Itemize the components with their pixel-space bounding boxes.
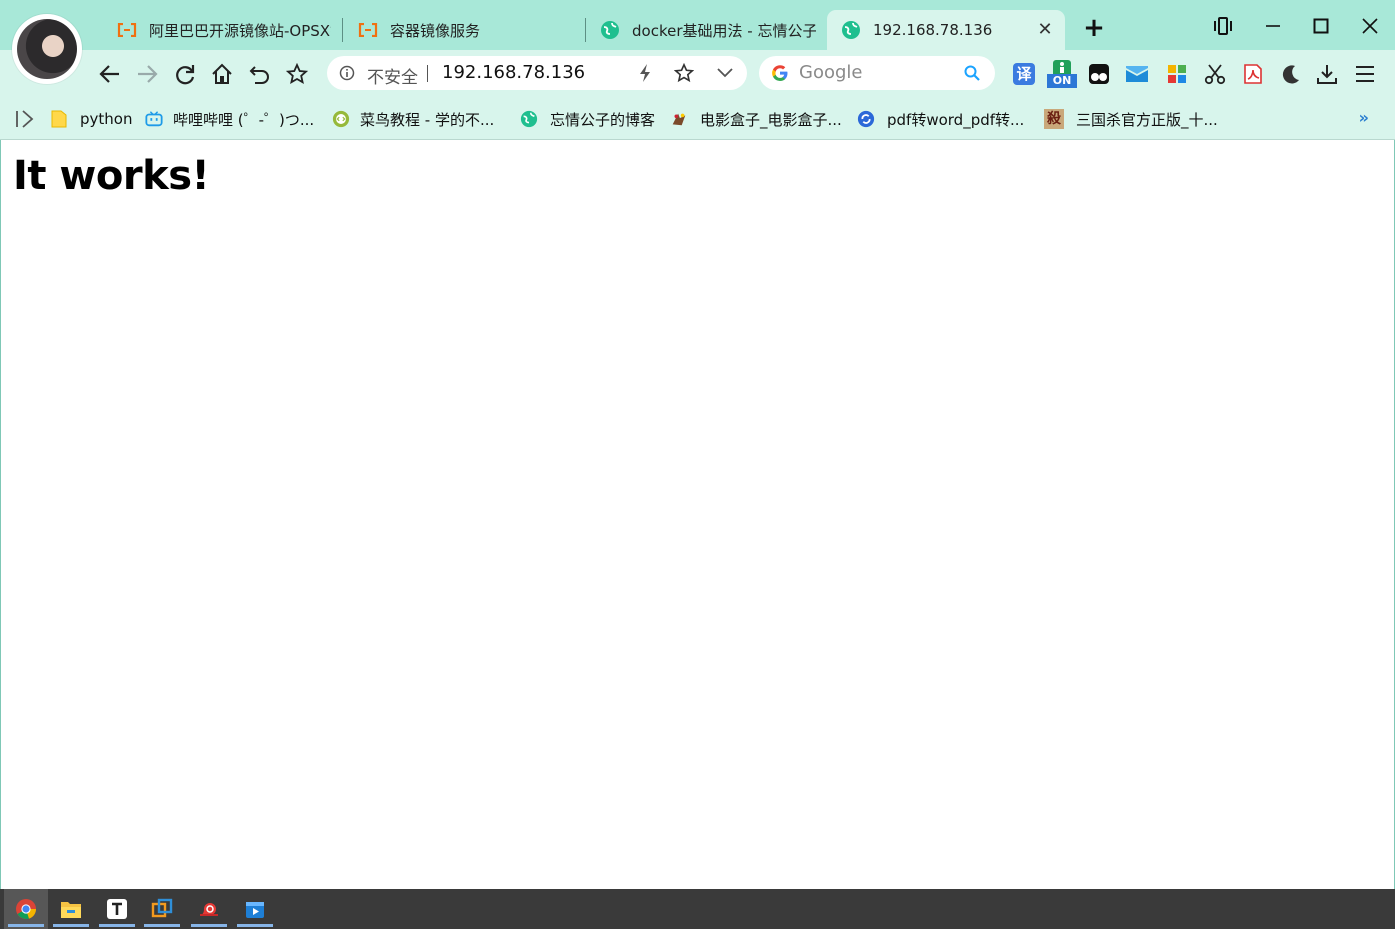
navigation-toolbar: 不安全 192.168.78.136 Google 译 ON — [0, 50, 1395, 98]
runoob-icon — [332, 110, 350, 128]
address-divider — [427, 65, 428, 82]
url-text[interactable]: 192.168.78.136 — [442, 62, 585, 83]
on-toggle-icon[interactable]: ON — [1047, 60, 1077, 88]
forward-icon[interactable] — [133, 60, 161, 88]
tab-aliyun-mirror[interactable]: 阿里巴巴开源镜像站-OPSX镜 — [103, 10, 341, 50]
tab-title: docker基础用法 - 忘情公子 — [632, 21, 816, 40]
sanguosha-icon: 殺 — [1044, 109, 1064, 129]
folder-icon — [50, 110, 68, 128]
tampermonkey-icon[interactable] — [1086, 60, 1112, 88]
undo-close-tab-icon[interactable] — [246, 60, 274, 88]
running-indicator — [99, 924, 135, 927]
bookmark-bilibili[interactable]: 哔哩哔哩 (゜-゜)つ... — [145, 108, 314, 130]
search-icon[interactable] — [963, 64, 981, 82]
reload-icon[interactable] — [171, 60, 199, 88]
tab-separator — [342, 18, 343, 42]
search-box[interactable]: Google — [759, 56, 995, 90]
tab-local-server[interactable]: 192.168.78.136 ✕ — [827, 10, 1065, 50]
translate-icon[interactable]: 译 — [1011, 60, 1037, 88]
bookmark-python[interactable]: python — [50, 108, 132, 130]
bookmark-movie-box[interactable]: 电影盒子_电影盒子... — [670, 108, 842, 130]
apps-grid-icon[interactable] — [1164, 60, 1190, 88]
running-indicator — [53, 924, 89, 927]
aliyun-icon — [117, 20, 137, 40]
os-taskbar — [0, 889, 1395, 929]
bookmark-label: 三国杀官方正版_十... — [1076, 110, 1218, 129]
sidebar-toggle-icon[interactable] — [12, 108, 36, 130]
bookmark-label: 电影盒子_电影盒子... — [700, 110, 842, 129]
bookmark-sanguosha[interactable]: 殺 三国杀官方正版_十... — [1044, 108, 1218, 130]
menu-icon[interactable] — [1352, 60, 1378, 88]
site-info-icon[interactable] — [339, 65, 355, 81]
tab-title: 阿里巴巴开源镜像站-OPSX镜 — [149, 21, 331, 40]
active-indicator — [8, 924, 44, 927]
bilibili-icon — [145, 110, 163, 128]
file-explorer-icon[interactable] — [49, 889, 93, 929]
minimize-icon[interactable] — [1259, 12, 1287, 40]
snail-app-icon[interactable] — [187, 889, 231, 929]
search-placeholder: Google — [799, 62, 863, 83]
pdf-convert-icon — [857, 110, 875, 128]
mail-icon[interactable] — [1123, 60, 1151, 88]
blog-globe-icon — [841, 20, 861, 40]
star-icon[interactable] — [674, 63, 694, 83]
google-icon — [771, 64, 789, 82]
back-icon[interactable] — [96, 60, 124, 88]
profile-avatar[interactable] — [12, 14, 82, 84]
running-indicator — [237, 924, 273, 927]
sanguosha-glyph: 殺 — [1044, 109, 1064, 129]
tab-title: 192.168.78.136 — [873, 21, 993, 39]
tab-search-icon[interactable] — [1209, 12, 1237, 40]
page-content: It works! — [0, 140, 1395, 889]
tab-docker-basics[interactable]: docker基础用法 - 忘情公子 — [586, 10, 826, 50]
bookmarks-bar: python 哔哩哔哩 (゜-゜)つ... 菜鸟教程 - 学的不... 忘情公子… — [0, 98, 1395, 140]
scissors-icon[interactable] — [1202, 60, 1228, 88]
bookmarks-overflow-icon[interactable]: » — [1359, 108, 1369, 127]
media-player-icon[interactable] — [233, 889, 277, 929]
vmware-icon[interactable] — [140, 889, 184, 929]
bookmark-blog[interactable]: 忘情公子的博客 — [520, 108, 655, 130]
dark-mode-icon[interactable] — [1278, 60, 1304, 88]
on-badge: ON — [1047, 74, 1077, 88]
bookmark-label: python — [80, 110, 133, 128]
running-indicator — [144, 924, 180, 927]
page-heading: It works! — [13, 153, 210, 199]
bookmark-label: 菜鸟教程 - 学的不... — [360, 110, 495, 129]
close-tab-icon[interactable]: ✕ — [1035, 20, 1055, 40]
bookmark-star-icon[interactable] — [283, 60, 311, 88]
bookmark-label: 忘情公子的博客 — [550, 110, 656, 129]
browser-chrome: 阿里巴巴开源镜像站-OPSX镜 容器镜像服务 docker基础用法 - 忘情公子… — [0, 0, 1395, 140]
tab-strip: 阿里巴巴开源镜像站-OPSX镜 容器镜像服务 docker基础用法 - 忘情公子… — [0, 0, 1395, 84]
typora-icon[interactable] — [95, 889, 139, 929]
blog-globe-icon — [600, 20, 620, 40]
download-icon[interactable] — [1314, 60, 1340, 88]
lightning-icon[interactable] — [635, 63, 655, 83]
bookmark-label: 哔哩哔哩 (゜-゜)つ... — [173, 110, 315, 129]
bookmark-runoob[interactable]: 菜鸟教程 - 学的不... — [332, 108, 494, 130]
close-window-icon[interactable] — [1356, 12, 1384, 40]
pdf-icon[interactable] — [1240, 60, 1266, 88]
aliyun-icon — [358, 20, 378, 40]
home-icon[interactable] — [208, 60, 236, 88]
security-label: 不安全 — [367, 68, 418, 88]
running-indicator — [191, 924, 227, 927]
chevron-down-icon[interactable] — [715, 63, 735, 83]
avatar-image — [17, 19, 77, 79]
tab-title: 容器镜像服务 — [390, 21, 481, 40]
bookmark-pdf-convert[interactable]: pdf转word_pdf转... — [857, 108, 1024, 130]
maximize-icon[interactable] — [1307, 12, 1335, 40]
translate-glyph: 译 — [1013, 63, 1035, 85]
address-bar[interactable]: 不安全 192.168.78.136 — [327, 56, 747, 90]
new-tab-button[interactable]: + — [1082, 15, 1106, 41]
tab-container-registry[interactable]: 容器镜像服务 — [344, 10, 584, 50]
blog-globe-icon — [520, 110, 538, 128]
chrome-icon[interactable] — [4, 889, 48, 929]
movie-box-icon — [670, 110, 688, 128]
bookmark-label: pdf转word_pdf转... — [887, 110, 1025, 129]
